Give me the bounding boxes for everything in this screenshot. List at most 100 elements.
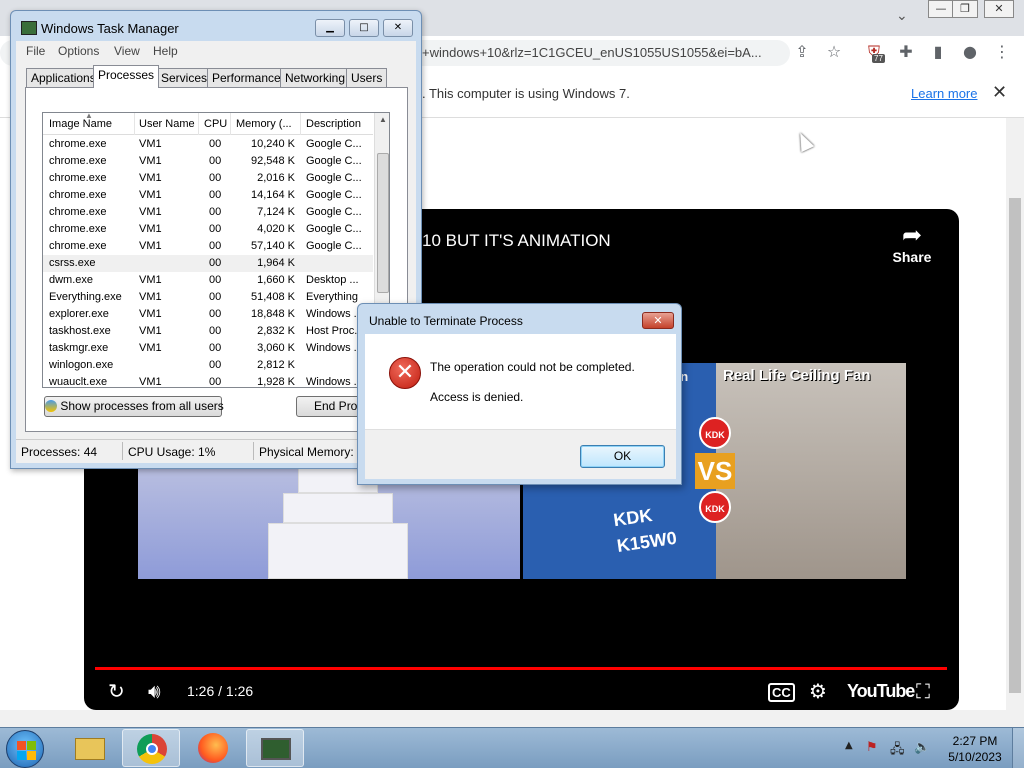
show-all-processes-button[interactable]: Show processes from all users [44, 396, 224, 417]
taskbar-chrome-button[interactable] [122, 729, 180, 767]
tab-applications[interactable]: Applications [26, 68, 101, 87]
table-row[interactable]: chrome.exe VM1 00 57,140 K Google C... [43, 238, 373, 255]
table-row[interactable]: chrome.exe VM1 00 92,548 K Google C... [43, 153, 373, 170]
tm-minimize-button[interactable]: ▁ [315, 19, 345, 37]
menu-help[interactable]: Help [153, 44, 178, 58]
youtube-logo[interactable]: YouTube [847, 681, 915, 702]
cell-name: chrome.exe [49, 240, 107, 252]
scroll-up-icon[interactable]: ▲ [379, 115, 387, 124]
col-memory[interactable]: Memory (... [236, 118, 292, 130]
tm-maximize-button[interactable]: □ [349, 19, 379, 37]
menu-options[interactable]: Options [58, 44, 99, 58]
info-bar-text: . This computer is using Windows 7. [422, 86, 630, 101]
col-cpu[interactable]: CPU [204, 118, 227, 130]
replay-icon[interactable]: ↻ [108, 679, 125, 703]
cell-desc: Google C... [306, 189, 362, 201]
settings-gear-icon[interactable]: ⚙ [809, 679, 827, 703]
fullscreen-icon[interactable]: ⛶ [916, 679, 930, 703]
cell-desc: Google C... [306, 240, 362, 252]
cell-cpu: 00 [209, 359, 222, 371]
cell-desc: Google C... [306, 138, 362, 150]
page-horizontal-scrollbar[interactable] [0, 710, 1006, 727]
info-bar-close-icon[interactable]: ✕ [992, 82, 1007, 103]
col-image-name[interactable]: Image Name [49, 118, 112, 130]
learn-more-link[interactable]: Learn more [911, 86, 977, 101]
page-vertical-scrollbar[interactable] [1006, 118, 1024, 727]
clock-date[interactable]: 5/10/2023 [946, 750, 1004, 764]
tm-status-bar: Processes: 44 CPU Usage: 1% Physical Mem… [16, 439, 416, 463]
menu-file[interactable]: File [26, 44, 45, 58]
table-row[interactable]: chrome.exe VM1 00 4,020 K Google C... [43, 221, 373, 238]
table-row[interactable]: Everything.exe VM1 00 51,408 K Everything [43, 289, 373, 306]
tm-close-button[interactable]: ✕ [383, 19, 413, 37]
show-desktop-button[interactable] [1012, 728, 1024, 768]
extensions-puzzle-icon[interactable]: ✚ [896, 42, 916, 62]
share-page-icon[interactable]: ⇪ [792, 42, 812, 62]
cell-cpu: 00 [209, 257, 222, 269]
cell-name: wuauclt.exe [49, 376, 108, 388]
table-row[interactable]: winlogon.exe 00 2,812 K [43, 357, 373, 374]
captions-icon[interactable]: CC [768, 683, 795, 702]
clock-time[interactable]: 2:27 PM [946, 734, 1004, 748]
action-center-flag-icon[interactable]: ⚑ [866, 740, 878, 755]
cell-user: VM1 [139, 308, 162, 320]
table-row[interactable]: explorer.exe VM1 00 18,848 K Windows ... [43, 306, 373, 323]
tab-services[interactable]: Services [156, 68, 213, 87]
cell-user: VM1 [139, 240, 162, 252]
minimize-button[interactable]: — [928, 0, 954, 18]
cell-user: VM1 [139, 189, 162, 201]
menu-view[interactable]: View [114, 44, 140, 58]
taskbar-firefox-button[interactable] [184, 729, 242, 767]
table-row[interactable]: dwm.exe VM1 00 1,660 K Desktop ... [43, 272, 373, 289]
video-title[interactable]: 10 BUT IT'S ANIMATION [422, 231, 611, 251]
network-icon[interactable]: 🖧 [890, 740, 905, 762]
table-row[interactable]: chrome.exe VM1 00 14,164 K Google C... [43, 187, 373, 204]
process-table[interactable]: Image Name ▲ User Name CPU Memory (... D… [42, 112, 390, 388]
bookmark-star-icon[interactable]: ☆ [824, 42, 844, 62]
cell-desc: Everything [306, 291, 358, 303]
table-row[interactable]: taskmgr.exe VM1 00 3,060 K Windows ... [43, 340, 373, 357]
profile-avatar-icon[interactable]: ● [960, 42, 980, 62]
tab-processes[interactable]: Processes [93, 65, 160, 88]
dialog-close-button[interactable]: ✕ [642, 312, 674, 329]
table-row[interactable]: chrome.exe VM1 00 10,240 K Google C... [43, 136, 373, 153]
table-row[interactable]: csrss.exe 00 1,964 K [43, 255, 373, 272]
close-button[interactable]: ✕ [984, 0, 1014, 18]
dialog-footer: OK [365, 429, 676, 479]
scrollbar-thumb[interactable] [1009, 198, 1021, 693]
taskbar-explorer-button[interactable] [60, 729, 118, 767]
cell-mem: 7,124 K [257, 206, 295, 218]
volume-icon[interactable]: 🔊︎ [148, 679, 161, 703]
cell-user: VM1 [139, 342, 162, 354]
tab-users[interactable]: Users [346, 68, 388, 87]
browser-menu-icon[interactable]: ⋮ [992, 42, 1012, 62]
side-panel-icon[interactable]: ▮ [928, 42, 948, 62]
tray-overflow-icon[interactable]: ▲ [845, 740, 853, 751]
cell-desc: Desktop ... [306, 274, 359, 286]
table-scroll-thumb[interactable] [377, 153, 389, 293]
ok-button[interactable]: OK [580, 445, 665, 468]
cell-cpu: 00 [209, 308, 222, 320]
video-progress-bar[interactable] [95, 667, 947, 670]
table-row[interactable]: chrome.exe VM1 00 2,016 K Google C... [43, 170, 373, 187]
cell-mem: 1,928 K [257, 376, 295, 388]
restore-button[interactable]: ❐ [952, 0, 978, 18]
table-row[interactable]: taskhost.exe VM1 00 2,832 K Host Proc... [43, 323, 373, 340]
start-button[interactable] [6, 730, 44, 768]
cell-name: chrome.exe [49, 206, 107, 218]
tab-networking[interactable]: Networking [280, 68, 351, 87]
sort-arrow-icon: ▲ [85, 112, 93, 120]
share-button[interactable]: ➦ Share [892, 221, 932, 265]
volume-tray-icon[interactable]: 🔈 [914, 740, 930, 755]
cell-user: VM1 [139, 138, 162, 150]
cell-cpu: 00 [209, 172, 222, 184]
tab-performance[interactable]: Performance [207, 68, 286, 87]
tab-search-chevron-icon[interactable]: ⌄ [896, 8, 908, 24]
col-user-name[interactable]: User Name [139, 118, 195, 130]
table-row[interactable]: chrome.exe VM1 00 7,124 K Google C... [43, 204, 373, 221]
col-description[interactable]: Description [306, 118, 361, 130]
cell-cpu: 00 [209, 189, 222, 201]
taskbar-taskmanager-button[interactable] [246, 729, 304, 767]
table-header: Image Name ▲ User Name CPU Memory (... D… [43, 113, 373, 135]
table-row[interactable]: wuauclt.exe VM1 00 1,928 K Windows ... [43, 374, 373, 388]
